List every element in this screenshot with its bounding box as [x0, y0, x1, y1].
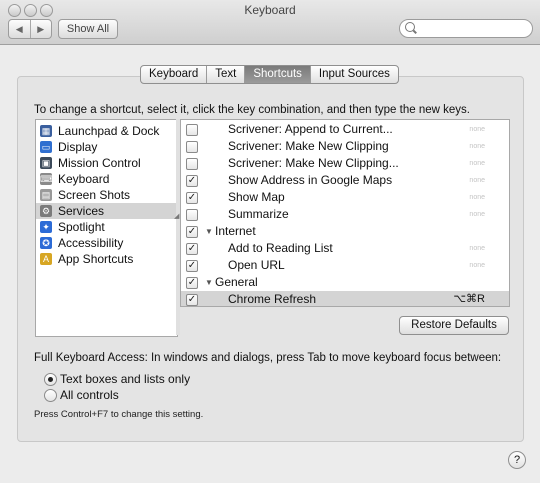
shortcut-label: Scrivener: Append to Current... [228, 122, 393, 136]
search-icon [405, 22, 415, 32]
shortcut-key[interactable]: none [469, 155, 485, 172]
spotlight-icon: ✦ [40, 221, 52, 233]
shortcut-label: Open URL [228, 258, 285, 272]
screenshot-icon: ▤ [40, 189, 52, 201]
show-all-button[interactable]: Show All [58, 19, 118, 39]
group-label: General [215, 275, 258, 289]
category-list[interactable]: ▦ Launchpad & Dock ▭ Display ▣ Mission Contro… [35, 119, 178, 337]
keyboard-icon: ⌨ [40, 173, 53, 185]
category-label: Keyboard [58, 172, 110, 186]
launchpad-icon: ▦ [40, 125, 52, 137]
checkbox-checked[interactable]: ✓ [186, 226, 198, 238]
back-forward-control: ◀ ▶ [8, 19, 52, 39]
category-label: Display [58, 140, 98, 154]
shortcut-key[interactable]: none [469, 257, 485, 274]
display-icon: ▭ [40, 141, 52, 153]
shortcut-row[interactable]: Scrivener: Append to Current... none [181, 121, 509, 138]
shortcut-row[interactable]: ✓ Chrome Refresh ⌥⌘R [181, 291, 509, 306]
help-button[interactable]: ? [508, 451, 526, 469]
shortcut-key[interactable]: none [469, 189, 485, 206]
forward-button[interactable]: ▶ [29, 20, 52, 38]
shortcut-label: Chrome Refresh [228, 292, 317, 306]
shortcut-label: Scrivener: Make New Clipping... [228, 156, 399, 170]
category-label: Services [58, 204, 105, 218]
splitter-handle-icon: ◢ [174, 213, 180, 220]
tab-text[interactable]: Text [206, 66, 244, 83]
checkbox-checked[interactable]: ✓ [186, 277, 198, 289]
window-title: Keyboard [244, 3, 296, 17]
back-button[interactable]: ◀ [9, 20, 30, 38]
category-item-app-shortcuts[interactable]: A App Shortcuts [36, 251, 177, 267]
category-item-accessibility[interactable]: ✪ Accessibility [36, 235, 177, 251]
radio-button[interactable] [44, 389, 57, 402]
category-label: Accessibility [58, 236, 124, 250]
radio-label: Text boxes and lists only [60, 372, 191, 386]
app-shortcuts-icon: A [40, 253, 52, 265]
shortcut-label: Scrivener: Make New Clipping [228, 139, 389, 153]
settings-note: Press Control+F7 to change this setting. [34, 409, 204, 420]
shortcut-list[interactable]: Scrivener: Append to Current... none Scriv… [180, 119, 510, 307]
checkbox-checked[interactable]: ✓ [186, 260, 198, 272]
search-field[interactable] [399, 19, 533, 38]
keyboard-preferences-window: Keyboard ◀ ▶ Show All Keyboard Text Shortc… [0, 0, 540, 483]
instruction-text: To change a shortcut, select it, click t… [34, 104, 470, 116]
shortcut-key[interactable]: none [469, 172, 485, 189]
shortcut-key[interactable]: none [469, 138, 485, 155]
shortcut-key[interactable]: none [469, 240, 485, 257]
shortcut-row[interactable]: Scrivener: Make New Clipping none [181, 138, 509, 155]
checkbox[interactable] [186, 209, 198, 221]
accessibility-icon: ✪ [40, 237, 52, 249]
tab-bar: Keyboard Text Shortcuts Input Sources [140, 65, 399, 84]
category-label: App Shortcuts [58, 252, 134, 266]
category-item-launchpad-dock[interactable]: ▦ Launchpad & Dock [36, 123, 177, 139]
category-label: Launchpad & Dock [58, 124, 160, 138]
checkbox[interactable] [186, 158, 198, 170]
category-label: Mission Control [58, 156, 141, 170]
category-item-services[interactable]: ⚙ Services [36, 203, 177, 219]
shortcut-label: Show Map [228, 190, 285, 204]
shortcut-key[interactable]: none [469, 121, 485, 138]
category-item-mission-control[interactable]: ▣ Mission Control [36, 155, 177, 171]
shortcut-group-row[interactable]: ✓ ▼ Internet [181, 223, 509, 240]
shortcut-row[interactable]: Scrivener: Make New Clipping... none [181, 155, 509, 172]
shortcut-label: Show Address in Google Maps [228, 173, 393, 187]
checkbox[interactable] [186, 141, 198, 153]
checkbox-checked[interactable]: ✓ [186, 243, 198, 255]
title-bar: Keyboard ◀ ▶ Show All [0, 0, 540, 45]
shortcut-row[interactable]: ✓ Show Map none [181, 189, 509, 206]
radio-button-selected[interactable] [44, 373, 57, 386]
shortcut-key[interactable]: none [469, 206, 485, 223]
shortcut-key[interactable]: ⌥⌘R [453, 291, 485, 306]
category-label: Spotlight [58, 220, 105, 234]
category-item-screen-shots[interactable]: ▤ Screen Shots [36, 187, 177, 203]
disclosure-triangle-icon[interactable]: ▼ [205, 223, 213, 240]
checkbox-checked[interactable]: ✓ [186, 192, 198, 204]
shortcut-row[interactable]: ✓ Show Address in Google Maps none [181, 172, 509, 189]
disclosure-triangle-icon[interactable]: ▼ [205, 274, 213, 291]
category-item-spotlight[interactable]: ✦ Spotlight [36, 219, 177, 235]
category-item-keyboard[interactable]: ⌨ Keyboard [36, 171, 177, 187]
search-input[interactable] [418, 21, 530, 37]
checkbox[interactable] [186, 124, 198, 136]
group-label: Internet [215, 224, 256, 238]
services-icon: ⚙ [40, 205, 52, 217]
radio-label: All controls [60, 388, 119, 402]
full-keyboard-access-label: Full Keyboard Access: In windows and dia… [34, 352, 502, 364]
category-label: Screen Shots [58, 188, 131, 202]
shortcut-row[interactable]: Summarize none [181, 206, 509, 223]
mission-control-icon: ▣ [40, 157, 52, 169]
checkbox-checked[interactable]: ✓ [186, 175, 198, 187]
tab-shortcuts[interactable]: Shortcuts [244, 66, 310, 83]
tab-keyboard[interactable]: Keyboard [141, 66, 206, 83]
shortcut-group-row[interactable]: ✓ ▼ General [181, 274, 509, 291]
tab-input-sources[interactable]: Input Sources [309, 66, 398, 83]
restore-defaults-button[interactable]: Restore Defaults [399, 316, 509, 335]
shortcut-row[interactable]: ✓ Add to Reading List none [181, 240, 509, 257]
shortcut-row[interactable]: ✓ Open URL none [181, 257, 509, 274]
checkbox-checked[interactable]: ✓ [186, 294, 198, 306]
category-item-display[interactable]: ▭ Display [36, 139, 177, 155]
shortcut-label: Summarize [228, 207, 289, 221]
shortcut-label: Add to Reading List [228, 241, 333, 255]
